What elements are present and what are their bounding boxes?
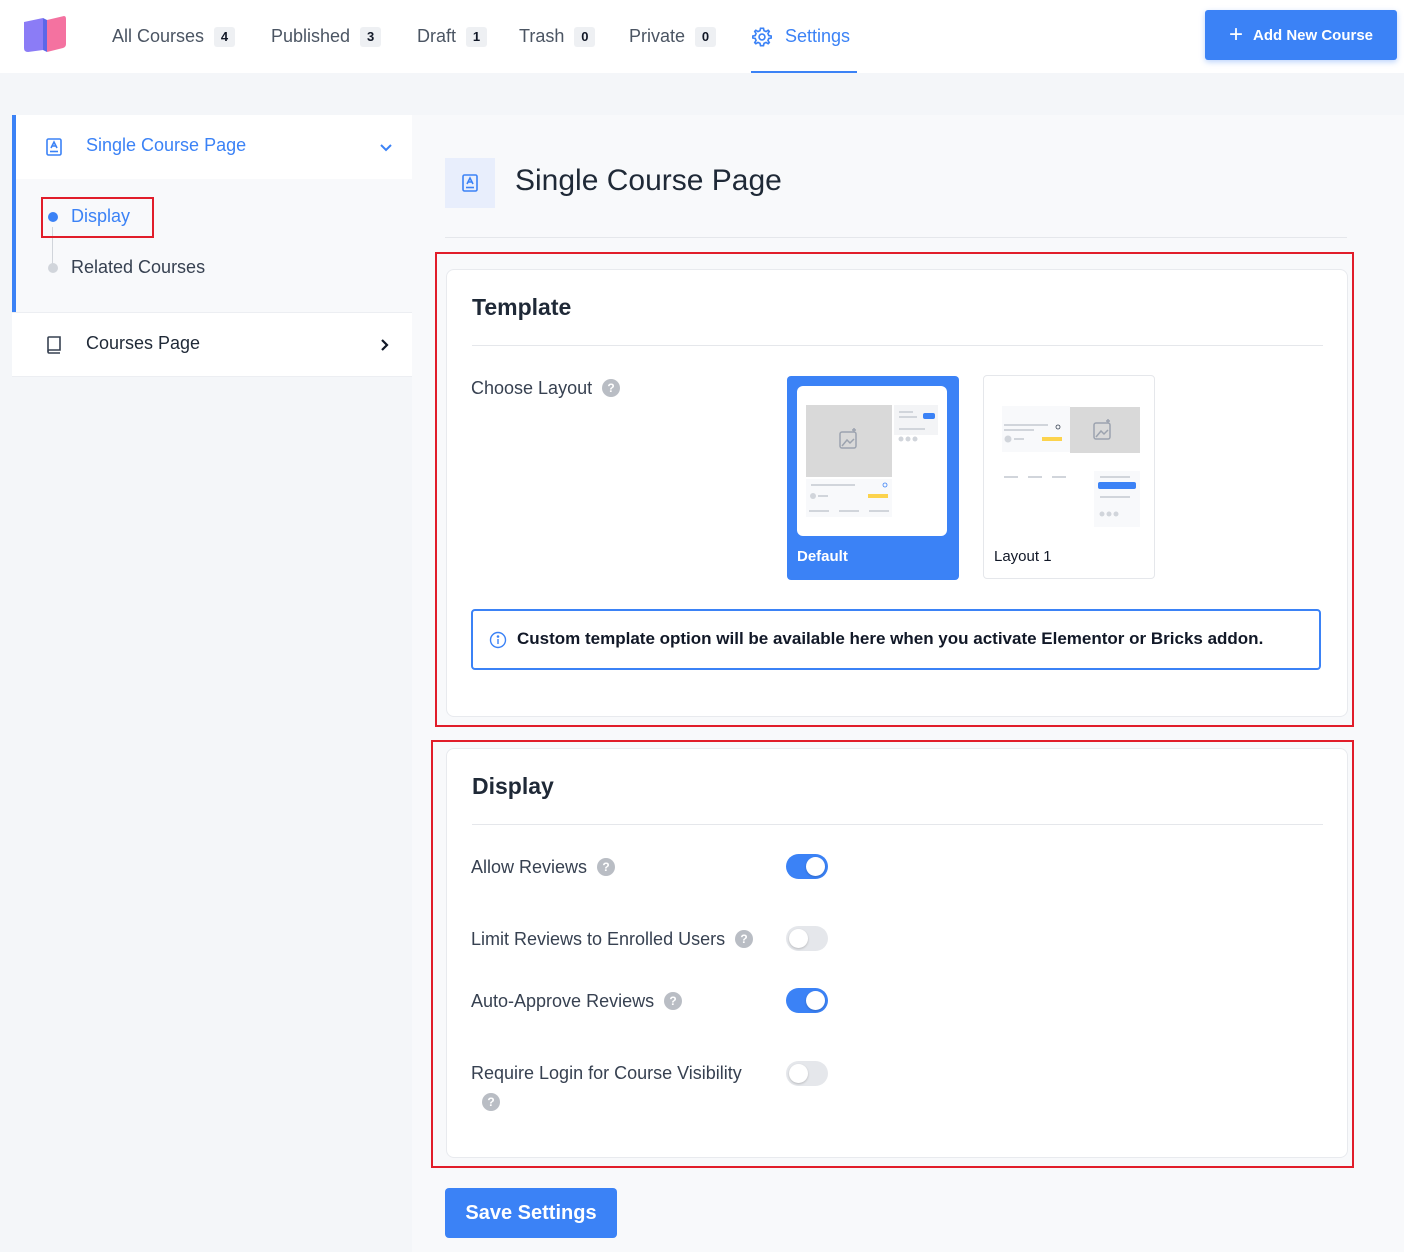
auto-approve-toggle[interactable] <box>786 988 828 1013</box>
tab-label: Trash <box>519 26 565 46</box>
tab-label: Published <box>271 26 351 46</box>
help-icon[interactable]: ? <box>482 1093 500 1111</box>
toggle-knob <box>806 857 825 876</box>
help-icon[interactable]: ? <box>664 992 683 1011</box>
tab-all-courses[interactable]: All Courses 4 <box>112 0 236 73</box>
notice-text: Custom template option will be available… <box>517 629 1264 648</box>
sidebar-subitem-related-courses[interactable]: Related Courses <box>71 257 205 278</box>
field-label-text: Require Login for Course Visibility <box>471 1063 742 1083</box>
user-card-icon <box>462 174 478 192</box>
tab-trash[interactable]: Trash 0 <box>519 0 596 73</box>
toggle-knob <box>806 991 825 1010</box>
plus-icon: + <box>1228 21 1243 48</box>
count-badge: 4 <box>214 26 236 47</box>
count-badge: 1 <box>466 26 488 47</box>
toggle-knob <box>789 929 808 948</box>
user-card-icon <box>46 138 62 156</box>
save-settings-button[interactable]: Save Settings <box>445 1188 617 1238</box>
info-circle-icon <box>489 631 507 649</box>
sidebar-item-courses-page[interactable]: Courses Page <box>12 312 412 377</box>
divider <box>445 237 1347 238</box>
choose-layout-label: Choose Layout? <box>471 378 621 399</box>
help-icon[interactable]: ? <box>597 858 616 877</box>
chevron-right-icon[interactable] <box>376 337 392 353</box>
allow-reviews-toggle[interactable] <box>786 854 828 879</box>
add-new-course-button[interactable]: + Add New Course <box>1205 10 1397 60</box>
addon-notice: Custom template option will be available… <box>471 609 1321 670</box>
inactive-dot <box>48 263 58 273</box>
sidebar-item-single-course-page[interactable]: Single Course Page <box>16 115 412 179</box>
tab-private[interactable]: Private 0 <box>629 0 717 73</box>
annotation-box-display <box>431 740 1354 1168</box>
chevron-down-icon[interactable] <box>378 139 394 155</box>
tab-label: Settings <box>785 26 851 46</box>
limit-reviews-label: Limit Reviews to Enrolled Users? <box>471 929 754 950</box>
toggle-knob <box>789 1064 808 1083</box>
tab-label: Draft <box>417 26 457 46</box>
field-label-text: Limit Reviews to Enrolled Users <box>471 929 726 949</box>
field-label-text: Choose Layout <box>471 378 593 398</box>
tab-settings[interactable]: Settings <box>751 0 857 73</box>
top-bar: All Courses 4 Published 3 Draft 1 Trash … <box>0 0 1404 73</box>
page-header-icon <box>445 158 495 208</box>
sidebar-item-label: Courses Page <box>86 333 201 353</box>
tab-draft[interactable]: Draft 1 <box>417 0 488 73</box>
tab-published[interactable]: Published 3 <box>271 0 382 73</box>
field-label-text: Auto-Approve Reviews <box>471 991 655 1011</box>
tab-label: All Courses <box>112 26 205 46</box>
book-logo-icon[interactable] <box>22 16 68 54</box>
layout-thumbnail <box>797 386 947 536</box>
sidebar-item-label: Single Course Page <box>86 135 247 155</box>
annotation-highlight-display <box>41 197 154 238</box>
limit-reviews-toggle[interactable] <box>786 926 828 951</box>
layout-thumbnail <box>994 386 1144 536</box>
require-login-toggle[interactable] <box>786 1061 828 1086</box>
count-badge: 0 <box>574 26 596 47</box>
field-label-text: Allow Reviews <box>471 857 588 877</box>
layout-option-default[interactable]: Default <box>787 376 959 580</box>
layout-preview-icon <box>1002 406 1140 527</box>
layout-option-label: Layout 1 <box>994 548 1052 565</box>
tab-label: Private <box>629 26 686 46</box>
count-badge: 0 <box>695 26 717 47</box>
allow-reviews-label: Allow Reviews? <box>471 857 616 878</box>
help-icon[interactable]: ? <box>602 379 621 398</box>
gear-icon <box>752 26 772 47</box>
add-button-label: Add New Course <box>1253 26 1374 44</box>
help-icon[interactable]: ? <box>735 930 754 949</box>
page-title: Single Course Page <box>515 164 782 197</box>
layout-preview-icon <box>806 405 938 517</box>
layout-option-label: Default <box>797 548 848 565</box>
layout-option-layout-1[interactable]: Layout 1 <box>983 375 1155 579</box>
book-icon <box>47 336 61 354</box>
count-badge: 3 <box>360 26 382 47</box>
require-login-label: Require Login for Course Visibility <box>471 1063 742 1084</box>
auto-approve-label: Auto-Approve Reviews? <box>471 991 683 1012</box>
